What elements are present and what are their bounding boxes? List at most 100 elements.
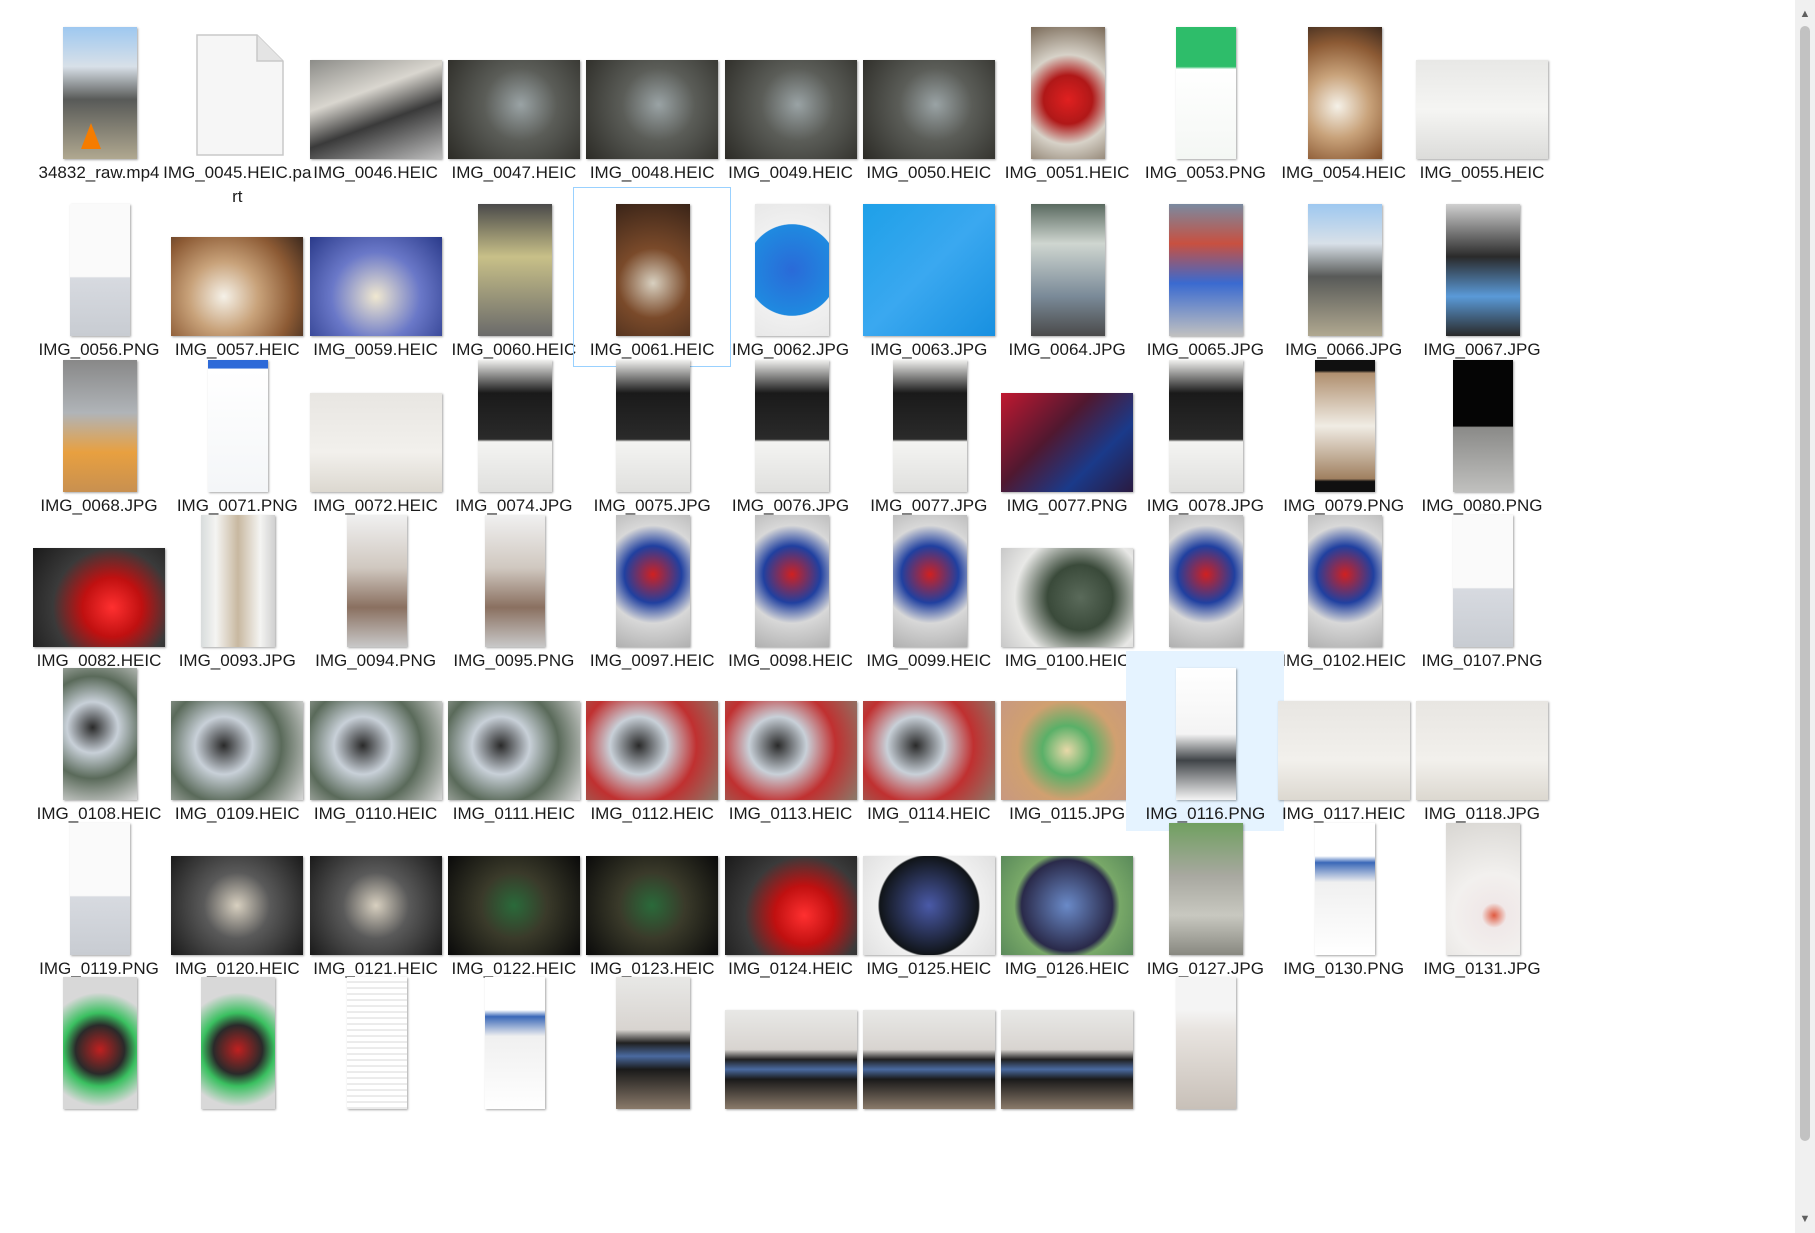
image-thumbnail: [1314, 360, 1375, 492]
file-item[interactable]: IMG_0112.HEIC: [573, 651, 731, 831]
file-item[interactable]: IMG_0115.JPG: [988, 651, 1146, 831]
file-item[interactable]: [1126, 960, 1284, 1140]
file-item[interactable]: IMG_0077.PNG: [988, 343, 1146, 523]
file-item[interactable]: IMG_0078.JPG: [1126, 343, 1284, 523]
image-thumbnail: [1001, 1010, 1134, 1109]
file-item[interactable]: IMG_0123.HEIC: [573, 806, 731, 986]
thumbnail-area: [989, 188, 1147, 336]
thumbnail-area: [713, 807, 871, 955]
thumbnail-area: [851, 11, 1009, 159]
file-item[interactable]: IMG_0061.HEIC: [573, 187, 732, 367]
file-item[interactable]: IMG_0051.HEIC: [988, 10, 1146, 190]
thumbnail-area: [1127, 652, 1285, 800]
file-item[interactable]: IMG_0054.HEIC: [1265, 10, 1423, 190]
image-thumbnail: [63, 977, 137, 1109]
thumbnail-area: [989, 11, 1147, 159]
file-item[interactable]: IMG_0063.JPG: [850, 187, 1008, 367]
scrollbar-thumb[interactable]: [1800, 26, 1810, 1141]
image-thumbnail: [477, 204, 552, 336]
thumbnail-area: [1127, 188, 1285, 336]
file-item[interactable]: [158, 960, 316, 1140]
file-item[interactable]: IMG_0050.HEIC: [850, 10, 1008, 190]
file-item[interactable]: IMG_0110.HEIC: [297, 651, 455, 831]
file-item[interactable]: IMG_0076.JPG: [712, 343, 870, 523]
file-item[interactable]: IMG_0111.HEIC: [435, 651, 593, 831]
file-item[interactable]: IMG_0075.JPG: [573, 343, 731, 523]
thumbnail-area: [159, 188, 317, 336]
file-item[interactable]: IMG_0114.HEIC: [850, 651, 1008, 831]
image-thumbnail: [1453, 515, 1513, 647]
file-item[interactable]: [573, 960, 731, 1140]
file-item[interactable]: [20, 960, 178, 1140]
image-thumbnail: [1453, 360, 1513, 492]
file-item[interactable]: IMG_0108.HEIC: [20, 651, 178, 831]
file-item[interactable]: IMG_0117.HEIC: [1265, 651, 1423, 831]
file-item[interactable]: IMG_0053.PNG: [1126, 10, 1284, 190]
file-item[interactable]: [988, 960, 1146, 1140]
vertical-scrollbar[interactable]: ▲ ▼: [1795, 0, 1815, 1233]
file-item[interactable]: IMG_0109.HEIC: [158, 651, 316, 831]
image-thumbnail: [63, 668, 137, 800]
file-item[interactable]: IMG_0046.HEIC: [297, 10, 455, 190]
file-item[interactable]: IMG_0048.HEIC: [573, 10, 731, 190]
thumbnail-area: [436, 499, 594, 647]
file-item[interactable]: IMG_0059.HEIC: [297, 187, 455, 367]
file-item[interactable]: IMG_0072.HEIC: [297, 343, 455, 523]
thumbnail-area: [574, 961, 732, 1109]
file-item[interactable]: IMG_0071.PNG: [158, 343, 316, 523]
image-thumbnail: [892, 360, 967, 492]
file-item[interactable]: IMG_0047.HEIC: [435, 10, 593, 190]
image-thumbnail: [1001, 393, 1134, 492]
file-item[interactable]: IMG_0068.JPG: [20, 343, 178, 523]
thumbnail-area: [1266, 11, 1424, 159]
file-item[interactable]: IMG_0120.HEIC: [158, 806, 316, 986]
file-item[interactable]: IMG_0060.HEIC: [435, 187, 593, 367]
file-item[interactable]: IMG_0126.HEIC: [988, 806, 1146, 986]
file-name-label: IMG_0053.PNG: [1144, 163, 1266, 182]
file-item[interactable]: IMG_0125.HEIC: [850, 806, 1008, 986]
file-item[interactable]: [850, 960, 1008, 1140]
file-item[interactable]: IMG_0130.PNG: [1265, 806, 1423, 986]
file-item[interactable]: IMG_0080.PNG: [1403, 343, 1561, 523]
file-item[interactable]: [712, 960, 870, 1140]
thumbnail-area: [298, 499, 456, 647]
file-item[interactable]: [435, 960, 593, 1140]
file-item[interactable]: IMG_0127.JPG: [1126, 806, 1284, 986]
thumbnail-area: [851, 499, 1009, 647]
file-item[interactable]: IMG_0119.PNG: [20, 806, 178, 986]
thumbnail-area: [1404, 652, 1562, 800]
file-item[interactable]: IMG_0079.PNG: [1265, 343, 1423, 523]
file-item[interactable]: IMG_0113.HEIC: [712, 651, 870, 831]
file-item[interactable]: IMG_0055.HEIC: [1403, 10, 1561, 190]
file-item[interactable]: 34832_raw.mp4: [20, 10, 178, 190]
file-name-label: IMG_0049.HEIC: [728, 163, 853, 182]
file-item[interactable]: IMG_0118.JPG: [1403, 651, 1561, 831]
scroll-up-arrow-icon[interactable]: ▲: [1795, 4, 1815, 24]
thumbnail-area: [1404, 188, 1562, 336]
file-item[interactable]: IMG_0066.JPG: [1265, 187, 1423, 367]
file-item[interactable]: IMG_0074.JPG: [435, 343, 593, 523]
image-thumbnail: [616, 977, 691, 1109]
file-item[interactable]: IMG_0067.JPG: [1403, 187, 1561, 367]
thumbnail-area: [574, 807, 732, 955]
file-item[interactable]: IMG_0057.HEIC: [158, 187, 316, 367]
image-thumbnail: [309, 60, 442, 159]
file-grid: 34832_raw.mp4 IMG_0045.HEIC.part IMG_0046.…: [0, 0, 1795, 1233]
file-item[interactable]: IMG_0049.HEIC: [712, 10, 870, 190]
file-item[interactable]: IMG_0077.JPG: [850, 343, 1008, 523]
file-item[interactable]: IMG_0065.JPG: [1126, 187, 1284, 367]
file-item[interactable]: IMG_0121.HEIC: [297, 806, 455, 986]
thumbnail-area: [436, 188, 594, 336]
image-thumbnail: [309, 856, 442, 955]
file-item[interactable]: IMG_0045.HEIC.part: [158, 10, 316, 206]
thumbnail-area: [21, 652, 179, 800]
scroll-down-arrow-icon[interactable]: ▼: [1795, 1209, 1815, 1229]
file-item[interactable]: IMG_0064.JPG: [988, 187, 1146, 367]
file-item[interactable]: IMG_0116.PNG: [1126, 651, 1285, 831]
file-item[interactable]: IMG_0122.HEIC: [435, 806, 593, 986]
file-item[interactable]: IMG_0124.HEIC: [712, 806, 870, 986]
file-item[interactable]: IMG_0062.JPG: [712, 187, 870, 367]
file-item[interactable]: IMG_0056.PNG: [20, 187, 178, 367]
file-item[interactable]: [297, 960, 455, 1140]
file-item[interactable]: IMG_0131.JPG: [1403, 806, 1561, 986]
